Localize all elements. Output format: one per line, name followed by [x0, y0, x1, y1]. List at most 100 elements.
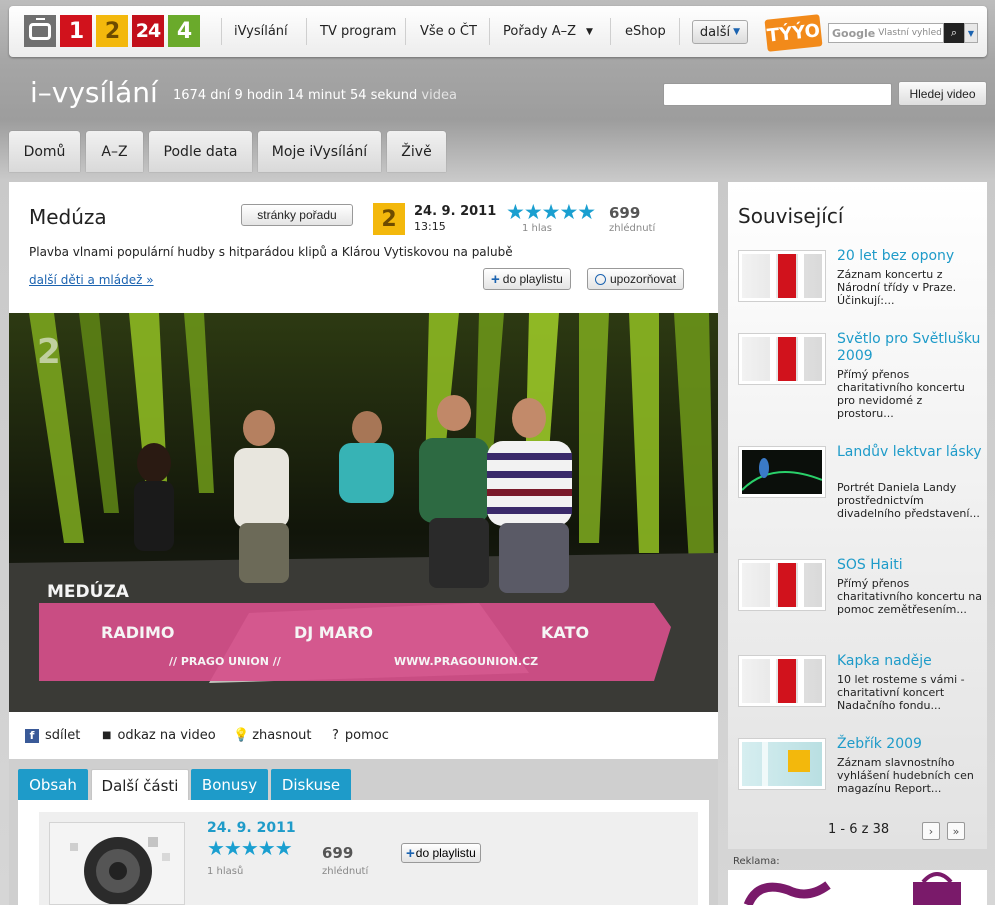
related-thumbnail[interactable] [738, 655, 826, 707]
ct1-logo[interactable]: 1 [60, 15, 92, 47]
video-player[interactable]: 2 MEDÚZA RADIMO DJ MARO KATO // PRAGO UN… [9, 313, 718, 712]
ct4-logo[interactable]: 4 [168, 15, 200, 47]
search-icon[interactable]: ⌕ [944, 23, 964, 43]
vote-count: 1 hlas [522, 223, 552, 234]
show-page-button[interactable]: stránky pořadu [241, 204, 353, 226]
ct1-thumb-logo [742, 337, 822, 381]
lights-off-button[interactable]: 💡 zhasnout [233, 728, 312, 743]
ct24-logo[interactable]: 24 [132, 15, 164, 47]
nav-tv-program[interactable]: TV program [320, 6, 396, 57]
tab-discussion[interactable]: Diskuse [271, 769, 351, 800]
google-search-input[interactable]: Google Vlastní vyhled [828, 23, 944, 43]
related-item-title[interactable]: 20 let bez opony [837, 248, 982, 265]
more-kids-youth-link[interactable]: další děti a mládež » [29, 273, 154, 287]
tab-home[interactable]: Domů [9, 131, 80, 172]
video-search-input[interactable] [663, 83, 892, 106]
episode-panel: Medúza stránky pořadu 2 24. 9. 2011 13:1… [9, 182, 718, 759]
episode-add-to-playlist-label: do playlistu [415, 846, 476, 860]
ct1-thumb-logo [742, 659, 822, 703]
related-item-desc: Přímý přenos charitativního koncertu pro… [837, 368, 965, 420]
show-caption: MEDÚZA [47, 580, 130, 602]
video-archive-counter: 1674 dní 9 hodin 14 minut 54 sekund vide… [173, 88, 457, 103]
related-item-desc: Záznam slavnostního vyhlášení hudebních … [837, 756, 974, 795]
episode-view-count: 699 [322, 844, 354, 862]
chevron-down-icon[interactable]: ▼ [964, 23, 978, 43]
notify-button[interactable]: upozorňovat [587, 268, 685, 290]
related-pager-count: 1 - 6 z 38 [828, 822, 890, 837]
video-link-button[interactable]: ■ odkaz na video [102, 728, 216, 743]
channel-ct2-badge: 2 [373, 203, 405, 235]
help-button[interactable]: ? pomoc [332, 728, 389, 743]
episode-description: Plavba vlnami populární hudby s hitparád… [29, 245, 513, 259]
nav-porady-az[interactable]: Pořady A–Z ▼ [503, 6, 593, 57]
tab-bonuses[interactable]: Bonusy [191, 769, 268, 800]
clock-icon [595, 273, 606, 285]
search-video-button[interactable]: Hledej video [898, 81, 987, 106]
related-item-desc: Přímý přenos charitativního koncertu na … [837, 577, 983, 616]
related-item-desc: Portrét Daniela Landy prostřednictvím di… [837, 481, 980, 520]
tv-icon [29, 17, 51, 40]
rating-stars[interactable]: ★★★★★ [506, 200, 596, 224]
nav-divider [306, 18, 307, 45]
tab-my-ivysilani[interactable]: Moje iVysílání [258, 131, 381, 172]
guest-url: WWW.PRAGOUNION.CZ [394, 655, 538, 668]
channel-watermark: 2 [37, 332, 61, 372]
episode-thumbnail[interactable] [49, 822, 185, 905]
lightbulb-icon: 💡 [233, 728, 250, 743]
more-episodes-panel: 24. 9. 2011 ★★★★★ 1 hlasů 699 zhlédnutí … [18, 800, 709, 905]
view-count-label: zhlédnutí [609, 223, 656, 234]
share-button[interactable]: f sdílet [25, 728, 80, 743]
related-item-title[interactable]: Světlo pro Světlušku 2009 [837, 331, 982, 365]
guest-name-1: RADIMO [101, 623, 174, 642]
related-thumbnail[interactable] [738, 333, 826, 385]
counter-value: 1674 dní 9 hodin 14 minut 54 sekund [173, 88, 418, 103]
episode-view-count-label: zhlédnutí [322, 866, 369, 877]
chevron-down-icon: ▼ [733, 27, 741, 37]
nav-divider [679, 18, 680, 45]
episode-title: Medúza [29, 205, 107, 229]
video-link-label: odkaz na video [117, 728, 216, 743]
ct-logo[interactable] [24, 15, 56, 47]
nav-more-label: další [699, 24, 731, 40]
lower-third-band [39, 603, 671, 681]
episode-add-to-playlist-button[interactable]: + do playlistu [401, 843, 481, 863]
broadcast-time: 13:15 [414, 220, 446, 233]
tab-by-date[interactable]: Podle data [149, 131, 252, 172]
last-page-button[interactable]: » [947, 822, 965, 840]
episode-date[interactable]: 24. 9. 2011 [207, 820, 296, 836]
tab-live[interactable]: Živě [387, 131, 446, 172]
video-frame: 2 MEDÚZA RADIMO DJ MARO KATO // PRAGO UN… [9, 313, 718, 712]
video-actions: f sdílet ■ odkaz na video 💡 zhasnout ? pomoc [9, 724, 718, 750]
ct2-logo[interactable]: 2 [96, 15, 128, 47]
episode-list-item[interactable]: 24. 9. 2011 ★★★★★ 1 hlasů 699 zhlédnutí … [39, 812, 698, 905]
episode-rating-stars: ★★★★★ [207, 836, 293, 860]
nav-ivysilani[interactable]: iVysílání [234, 6, 288, 57]
related-thumbnail[interactable] [738, 738, 826, 790]
tab-more-episodes[interactable]: Další části [91, 769, 189, 801]
nav-divider [610, 18, 611, 45]
guest-name-2: DJ MARO [294, 623, 373, 642]
related-item-title[interactable]: Landův lektvar lásky [837, 444, 982, 461]
related-thumbnail[interactable] [738, 559, 826, 611]
related-item-title[interactable]: Kapka naděje [837, 653, 982, 670]
related-thumbnail[interactable] [738, 446, 826, 498]
nav-vse-o-ct[interactable]: Vše o ČT [420, 6, 477, 57]
related-thumbnail[interactable] [738, 250, 826, 302]
nav-more-dropdown[interactable]: další ▼ [692, 20, 748, 44]
tab-a-z[interactable]: A–Z [86, 131, 143, 172]
nav-eshop[interactable]: eShop [625, 6, 666, 57]
add-to-playlist-label: do playlistu [502, 272, 563, 286]
related-item-title[interactable]: Žebřík 2009 [837, 736, 982, 753]
ivysilani-logo[interactable]: i–vysílání [30, 76, 158, 109]
plus-icon: + [406, 844, 415, 862]
tyyo-logo[interactable]: TÝÝO [764, 14, 823, 52]
next-page-button[interactable]: › [922, 822, 940, 840]
related-item-title[interactable]: SOS Haiti [837, 557, 982, 574]
notify-label: upozorňovat [610, 272, 677, 286]
tab-content[interactable]: Obsah [18, 769, 88, 800]
add-to-playlist-button[interactable]: + do playlistu [483, 268, 571, 290]
episode-details: Obsah Další části Bonusy Diskuse 24. 9. … [9, 759, 718, 905]
top-navigation-bar: 1 2 24 4 iVysílání TV program Vše o ČT P… [9, 6, 987, 57]
plus-icon: + [491, 270, 500, 288]
advertisement-banner[interactable] [728, 870, 987, 905]
